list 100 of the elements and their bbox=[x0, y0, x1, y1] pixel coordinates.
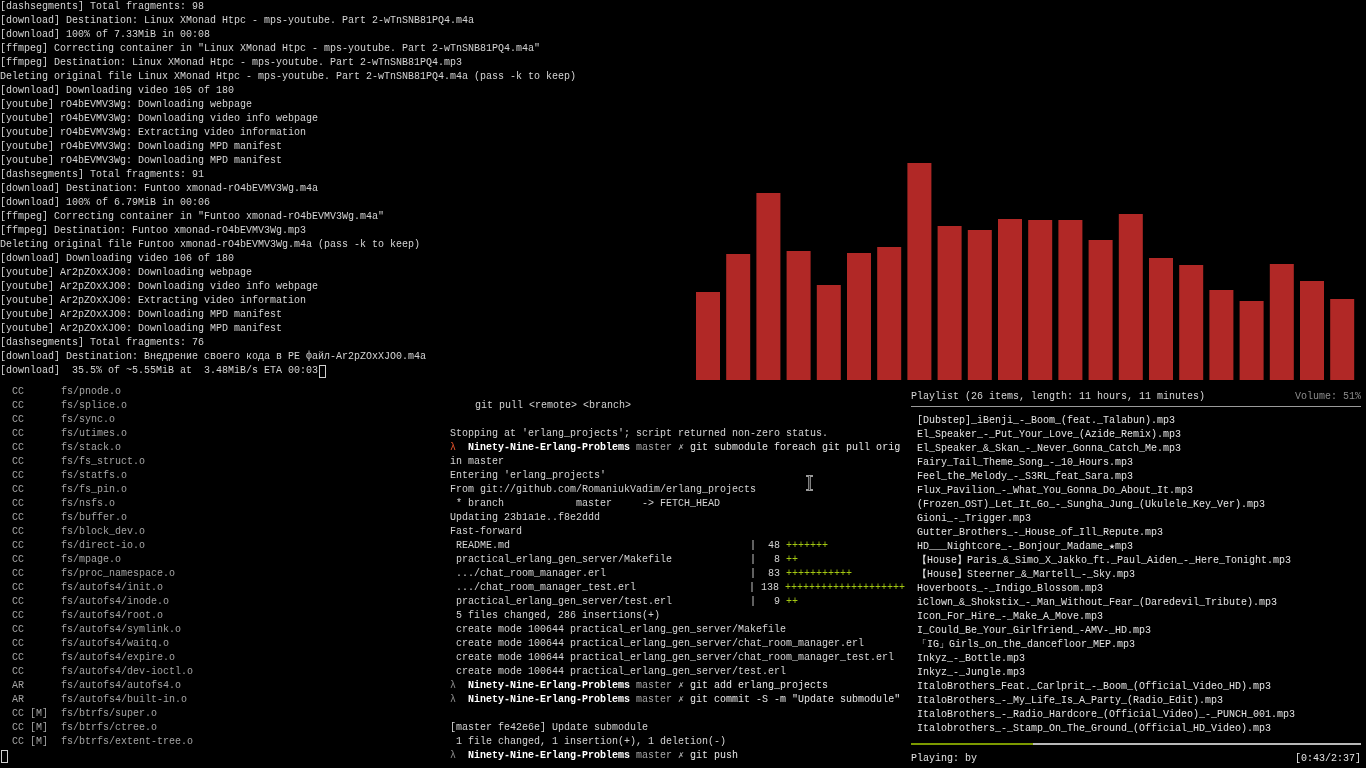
terminal-line: [download] Destination: Внедрение своего кода в PE файл-Ar2pZOxXJO0.m4a bbox=[0, 351, 427, 363]
terminal-line: [dashsegments] Total fragments: 98 bbox=[0, 1, 205, 13]
file-name: README.md bbox=[456, 540, 511, 552]
terminal-line: [youtube] rO4bEVMV3Wg: Downloading video info webpage bbox=[0, 113, 319, 125]
terminal-line: [youtube] rO4bEVMV3Wg: Extracting video information bbox=[0, 127, 307, 139]
terminal-line: [download] 100% of 7.33MiB in 00:08 bbox=[0, 29, 211, 41]
terminal-line: 1 file changed, 1 insertion(+), 1 deletion(-) bbox=[456, 736, 727, 748]
branch-name: master bbox=[636, 442, 673, 454]
build-file-path: fs/fs_struct.o bbox=[61, 456, 145, 468]
i-beam-cursor-icon bbox=[805, 475, 814, 491]
build-action: CC bbox=[12, 610, 25, 622]
terminal-line: in master bbox=[450, 456, 504, 468]
build-file-path: fs/autofs4/dev-ioctl.o bbox=[61, 666, 194, 678]
build-action: CC bbox=[12, 554, 25, 566]
build-file-path: fs/autofs4/expire.o bbox=[61, 652, 176, 664]
build-action: CC bbox=[12, 582, 25, 594]
terminal-line: create mode 100644 practical_erlang_gen_server/Makefile bbox=[456, 624, 787, 636]
elapsed-time: [0:43/2:37] bbox=[1295, 752, 1361, 764]
build-action: CC bbox=[12, 484, 25, 496]
column-separator: | bbox=[750, 568, 756, 580]
playlist-item[interactable]: ItaloBrothers_-_My_Life_Is_A_Party_(Radio_Edit).mp3 bbox=[917, 694, 1224, 708]
playlist-item[interactable]: ItaloBrothers_-_Radio_Hardcore_(Official_Video)_-_PUNCH_001.mp3 bbox=[917, 708, 1296, 722]
playlist-item[interactable]: HD___Nightcore_-_Bonjour_Madame_★mp3 bbox=[917, 540, 1134, 554]
build-action: CC bbox=[12, 540, 25, 552]
terminal-line: git pull <remote> <branch> bbox=[475, 400, 632, 412]
playlist-item[interactable]: I_Could_Be_Your_Girlfriend_-AMV-_HD.mp3 bbox=[917, 624, 1152, 638]
terminal-line: Entering 'erlang_projects' bbox=[450, 470, 607, 482]
terminal-line: [master fe42e6e] Update submodule bbox=[450, 722, 649, 734]
terminal-line: [dashsegments] Total fragments: 91 bbox=[0, 169, 205, 181]
command-text: git submodule foreach git pull orig bbox=[690, 442, 901, 454]
build-action: CC bbox=[12, 596, 25, 608]
playlist-item[interactable]: Flux_Pavilion_-_What_You_Gonna_Do_About_It.mp3 bbox=[917, 484, 1194, 498]
playlist-header: Playlist (26 items, length: 11 hours, 11 minutes) bbox=[911, 390, 1206, 402]
file-name: practical_erlang_gen_server/test.erl bbox=[456, 596, 674, 608]
terminal-line: create mode 100644 practical_erlang_gen_server/chat_room_manager.erl bbox=[456, 638, 865, 650]
playlist-item[interactable]: ItaloBrothers_Feat._Carlprit_-_Boom_(Official_Video_HD).mp3 bbox=[917, 680, 1272, 694]
playlist-item[interactable]: Inkyz_-_Bottle.mp3 bbox=[917, 652, 1026, 666]
build-file-path: fs/utimes.o bbox=[61, 428, 127, 440]
file-name: .../chat_room_manager.erl bbox=[456, 568, 608, 580]
build-file-path: fs/autofs4/waitq.o bbox=[61, 638, 170, 650]
build-action: AR bbox=[12, 680, 25, 692]
file-name: practical_erlang_gen_server/Makefile bbox=[456, 554, 674, 566]
terminal-line: [download] Destination: Linux XMonad Htpc - mps-youtube. Part 2-wTnSNB81PQ4.m4a bbox=[0, 15, 475, 27]
file-name: .../chat_room_manager_test.erl bbox=[456, 582, 638, 594]
playlist-item[interactable]: Feel_the_Melody_-_S3RL_feat_Sara.mp3 bbox=[917, 470, 1134, 484]
terminal-line: [download] 100% of 6.79MiB in 00:06 bbox=[0, 197, 211, 209]
build-file-path: fs/direct-io.o bbox=[61, 540, 145, 552]
playlist-item[interactable]: (Frozen_OST)_Let_It_Go_-_Sungha_Jung_(Ukulele_Key_Ver).mp3 bbox=[917, 498, 1266, 512]
branch-name: master bbox=[636, 680, 673, 692]
change-count: 83 bbox=[767, 568, 780, 580]
build-file-path: fs/buffer.o bbox=[61, 512, 127, 524]
terminal-line: [youtube] rO4bEVMV3Wg: Downloading MPD manifest bbox=[0, 155, 283, 167]
build-file-path: fs/btrfs/extent-tree.o bbox=[61, 736, 194, 748]
playlist-item[interactable]: iClown_&_Shokstix_-_Man_Without_Fear_(Daredevil_Tribute).mp3 bbox=[917, 596, 1278, 610]
dirty-mark: ✗ bbox=[678, 750, 685, 762]
build-action: CC bbox=[12, 624, 25, 636]
terminal-line: [youtube] rO4bEVMV3Wg: Downloading MPD manifest bbox=[0, 141, 283, 153]
playlist-item[interactable]: Italobrothers_-_Stamp_On_The_Ground_(Official_HD_Video).mp3 bbox=[917, 722, 1272, 736]
terminal-line: [ffmpeg] Correcting container in "Funtoo xmonad-rO4bEVMV3Wg.m4a" bbox=[0, 211, 385, 223]
playlist-item[interactable]: 【House】Steerner_&_Martell_-_Sky.mp3 bbox=[917, 568, 1136, 582]
build-file-path: fs/pnode.o bbox=[61, 386, 121, 398]
playlist-item[interactable]: Fairy_Tail_Theme_Song_-_10_Hours.mp3 bbox=[917, 456, 1134, 470]
build-action: CC bbox=[12, 470, 25, 482]
playlist-item[interactable]: Inkyz_-_Jungle.mp3 bbox=[917, 666, 1026, 680]
playlist-item[interactable]: Gutter_Brothers_-_House_of_Ill_Repute.mp3 bbox=[917, 526, 1164, 540]
insertion-marks: +++++++++++ bbox=[786, 568, 853, 580]
playlist-item[interactable]: El_Speaker_&_Skan_-_Never_Gonna_Catch_Me.mp3 bbox=[917, 442, 1182, 456]
build-action: CC bbox=[12, 666, 25, 678]
terminal-line: [youtube] Ar2pZOxXJO0: Downloading MPD manifest bbox=[0, 309, 283, 321]
playlist-item[interactable]: 【House】Paris_&_Simo_X_Jakko_ft._Paul_Aiden_-_Here_Tonight.mp3 bbox=[917, 554, 1292, 568]
change-count: 138 bbox=[760, 582, 779, 594]
dirty-mark: ✗ bbox=[678, 680, 685, 692]
build-action: CC [M] bbox=[12, 708, 49, 720]
build-action: AR bbox=[12, 694, 25, 706]
playlist-item[interactable]: Gioni_-_Trigger.mp3 bbox=[917, 512, 1032, 526]
build-file-path: fs/proc_namespace.o bbox=[61, 568, 176, 580]
build-action: CC [M] bbox=[12, 736, 49, 748]
terminal-line: [download] Destination: Funtoo xmonad-rO4bEVMV3Wg.m4a bbox=[0, 183, 319, 195]
column-separator: | bbox=[748, 582, 755, 594]
playlist-item[interactable]: 「IG」Girls_on_the_dancefloor_MEP.mp3 bbox=[917, 638, 1136, 652]
build-action: CC [M] bbox=[12, 722, 49, 734]
build-file-path: fs/autofs4/autofs4.o bbox=[61, 680, 182, 692]
terminal-line: [download] 35.5% of ~5.55MiB at 3.48MiB/s ETA 00:03 bbox=[0, 365, 319, 377]
command-text: git commit -S -m "Update submodule" bbox=[690, 694, 901, 706]
build-action: CC bbox=[12, 428, 25, 440]
playlist-item[interactable]: El_Speaker_-_Put_Your_Love_(Azide_Remix).mp3 bbox=[917, 428, 1182, 442]
terminal-line: [youtube] rO4bEVMV3Wg: Downloading webpage bbox=[0, 99, 253, 111]
build-file-path: fs/autofs4/symlink.o bbox=[61, 624, 182, 636]
terminal-line: Stopping at 'erlang_projects'; script returned non-zero status. bbox=[450, 428, 829, 440]
playlist-item[interactable]: Hoverboots_-_Indigo_Blossom.mp3 bbox=[917, 582, 1104, 596]
build-file-path: fs/stack.o bbox=[61, 442, 121, 454]
command-text: git add erlang_projects bbox=[690, 680, 829, 692]
directory-name: Ninety-Nine-Erlang-Problems bbox=[468, 442, 631, 454]
terminal-line: [ffmpeg] Destination: Funtoo xmonad-rO4bEVMV3Wg.mp3 bbox=[0, 225, 307, 237]
column-separator: | bbox=[750, 554, 756, 566]
playlist-item[interactable]: [Dubstep]_iBenji_-_Boom_(feat._Talabun).mp3 bbox=[917, 414, 1176, 428]
terminal-line: Updating 23b1a1e..f8e2ddd bbox=[450, 512, 601, 524]
terminal-line: [youtube] Ar2pZOxXJO0: Downloading video info webpage bbox=[0, 281, 319, 293]
playlist-item[interactable]: Icon_For_Hire_-_Make_A_Move.mp3 bbox=[917, 610, 1104, 624]
build-file-path: fs/autofs4/init.o bbox=[61, 582, 164, 594]
